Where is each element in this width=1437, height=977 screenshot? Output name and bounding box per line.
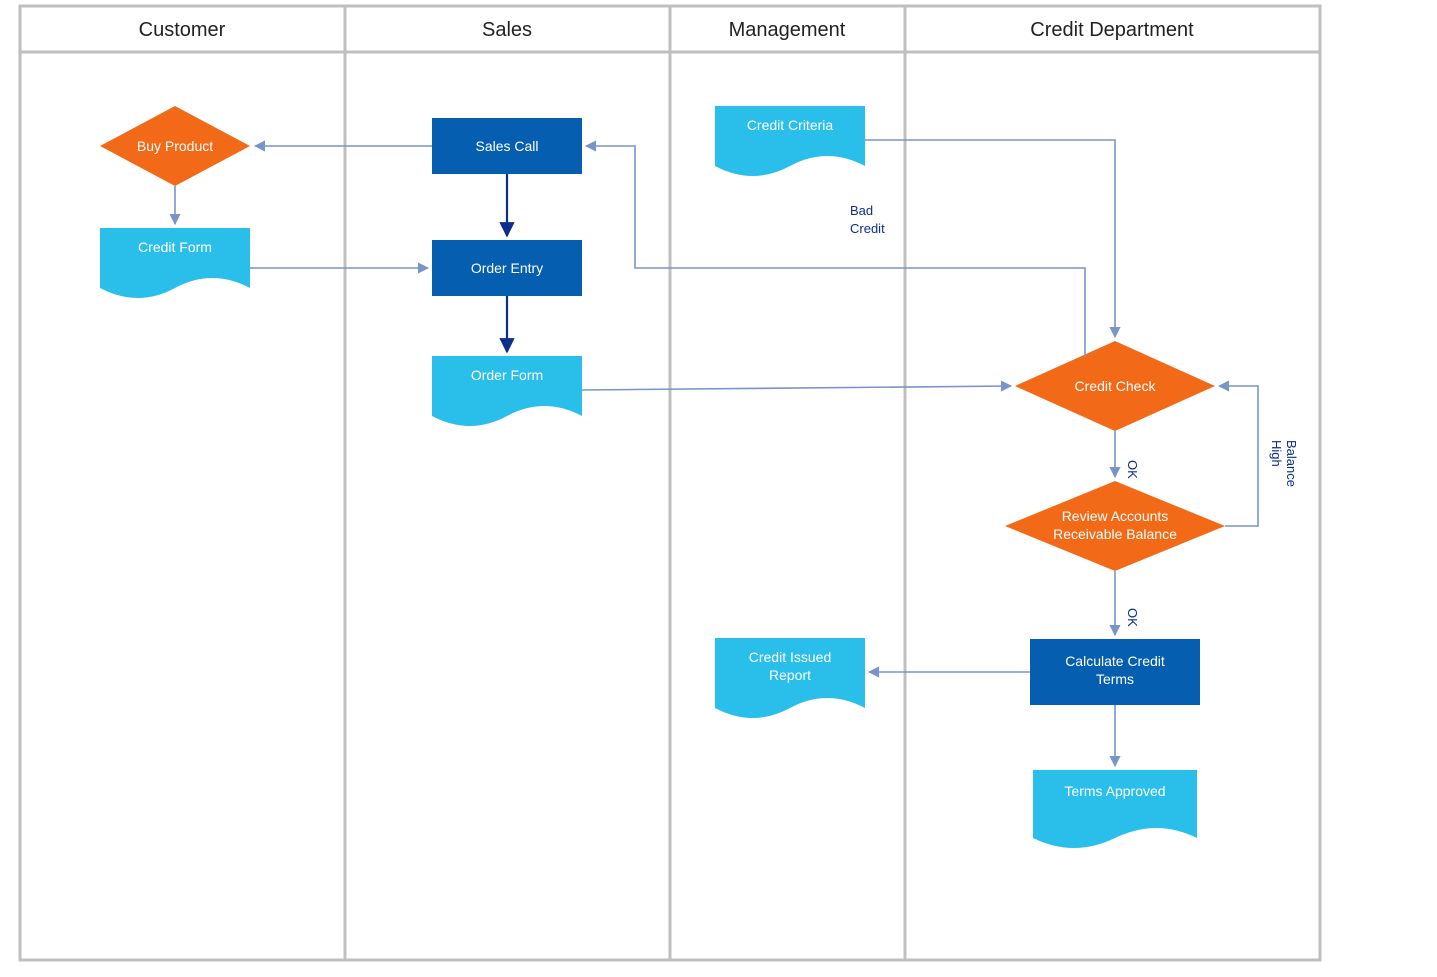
label-ok-1: OK [1125, 460, 1140, 479]
swimlane-diagram: Customer Sales Management Credit Departm… [0, 0, 1437, 977]
svg-text:Receivable Balance: Receivable Balance [1053, 526, 1177, 542]
label-ok-2: OK [1125, 608, 1140, 627]
svg-text:Report: Report [769, 667, 811, 683]
lane-header-management: Management [729, 19, 846, 41]
label-bad-credit-1: Bad [850, 203, 873, 218]
svg-text:Credit Form: Credit Form [138, 239, 212, 255]
lane-header-sales: Sales [482, 19, 532, 41]
svg-text:Terms Approved: Terms Approved [1064, 783, 1165, 799]
node-order-entry: Order Entry [432, 240, 582, 296]
label-bad-credit-2: Credit [850, 221, 885, 236]
svg-text:Terms: Terms [1096, 671, 1134, 687]
label-balance: Balance [1284, 440, 1299, 487]
lane-header-credit: Credit Department [1030, 19, 1194, 41]
lane-header-customer: Customer [139, 19, 226, 41]
svg-text:Credit Check: Credit Check [1075, 378, 1157, 394]
svg-text:Review Accounts: Review Accounts [1062, 508, 1169, 524]
label-high: High [1269, 440, 1284, 467]
svg-text:Sales Call: Sales Call [475, 138, 538, 154]
svg-text:Calculate Credit: Calculate Credit [1065, 653, 1165, 669]
node-sales-call: Sales Call [432, 118, 582, 174]
svg-text:Credit Issued: Credit Issued [749, 649, 831, 665]
svg-text:Buy Product: Buy Product [137, 138, 213, 154]
svg-text:Credit Criteria: Credit Criteria [747, 117, 834, 133]
node-calc-terms: Calculate Credit Terms [1030, 639, 1200, 705]
svg-text:Order Entry: Order Entry [471, 260, 543, 276]
svg-text:Order Form: Order Form [471, 367, 543, 383]
